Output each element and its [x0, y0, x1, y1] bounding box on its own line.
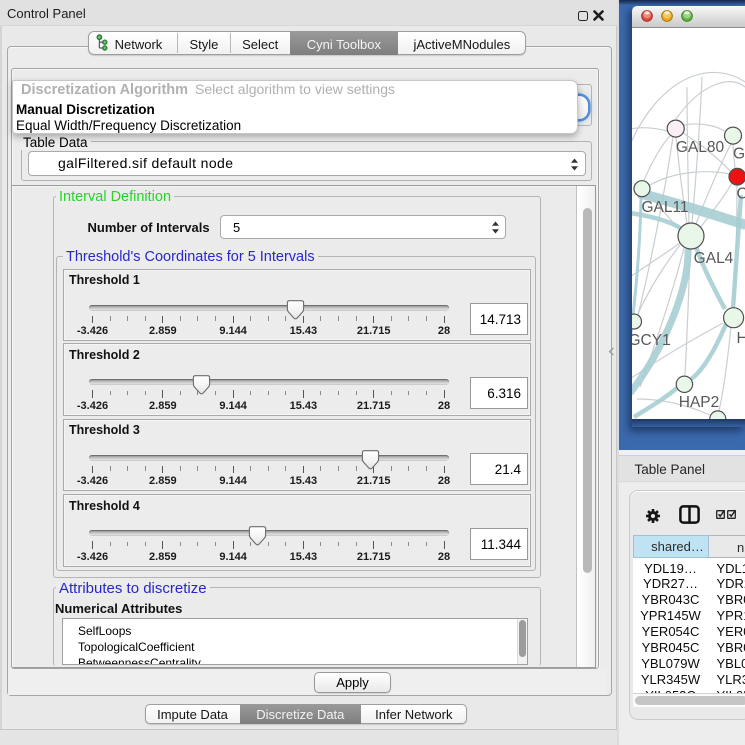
- svg-text:GAL80: GAL80: [676, 139, 725, 156]
- svg-text:CDC2: CDC2: [737, 186, 745, 203]
- svg-text:GAL4: GAL4: [694, 250, 734, 267]
- svg-text:GAL1: GAL1: [733, 146, 745, 163]
- svg-text:GCY1: GCY1: [632, 332, 671, 349]
- svg-text:GAL11: GAL11: [641, 199, 688, 216]
- svg-text:HTB1: HTB1: [737, 330, 745, 347]
- svg-text:HAP2: HAP2: [679, 394, 720, 411]
